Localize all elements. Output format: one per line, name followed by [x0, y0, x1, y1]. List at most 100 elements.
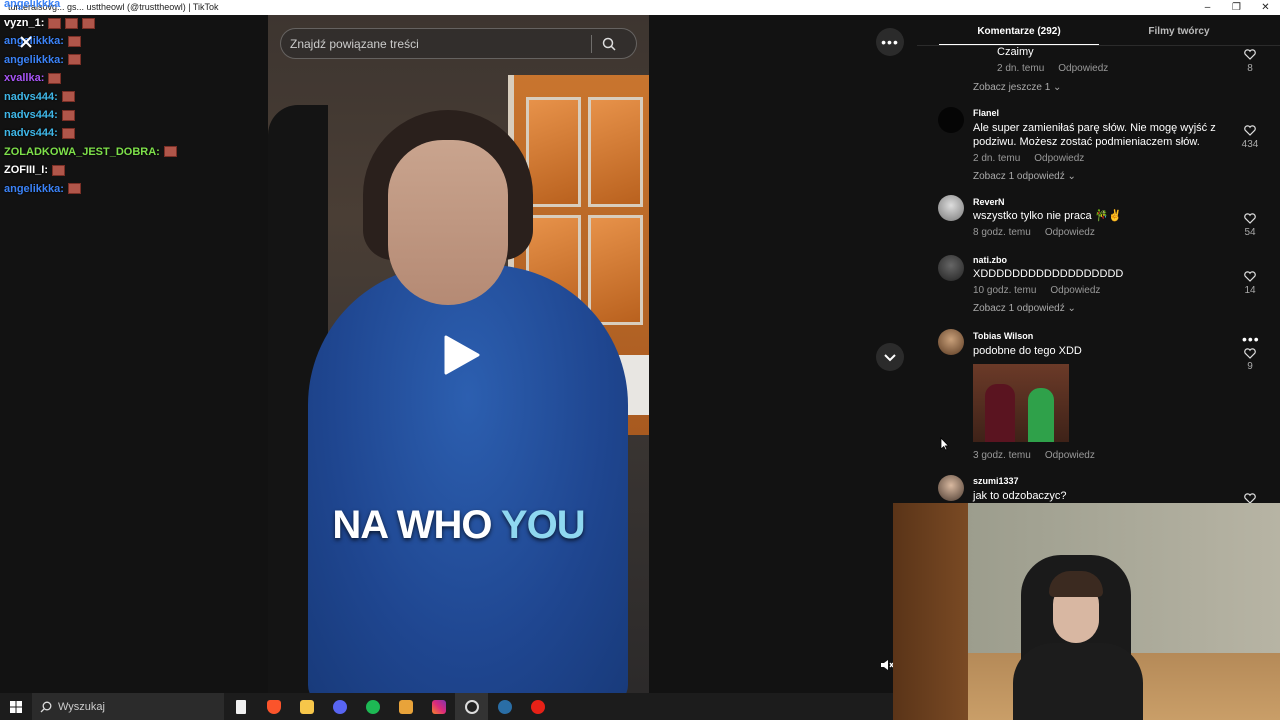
- more-options-button[interactable]: •••: [876, 28, 904, 56]
- caption-text: NA WHO: [332, 503, 501, 547]
- reply-link[interactable]: Odpowiedz: [1045, 450, 1095, 461]
- reply-link[interactable]: Odpowiedz: [1034, 153, 1084, 164]
- streamer-hair: [1049, 571, 1103, 597]
- emote-icon: [48, 17, 62, 29]
- chat-username: xvallka:: [4, 72, 45, 85]
- taskbar-instagram[interactable]: [422, 693, 455, 720]
- heart-icon: [1244, 348, 1256, 359]
- view-replies-label: Zobacz 1 odpowiedź: [973, 171, 1065, 182]
- taskbar-media[interactable]: [389, 693, 422, 720]
- comment-username[interactable]: Tobias Wilson: [973, 331, 1033, 341]
- blue-hoodie: [308, 265, 628, 693]
- chat-username: nadvs444:: [4, 127, 58, 140]
- heart-icon: [1244, 213, 1256, 224]
- taskbar-file[interactable]: [224, 693, 257, 720]
- emote-icon: [52, 164, 65, 176]
- chat-username: ZOFIII_I:: [4, 164, 48, 177]
- emote-icon: [61, 127, 75, 139]
- taskbar-steam[interactable]: [488, 693, 521, 720]
- comment-text: podobne do tego XDD: [973, 345, 1082, 357]
- reply-link[interactable]: Odpowiedz: [1045, 227, 1095, 238]
- avatar[interactable]: [938, 107, 964, 133]
- spotify-icon: [365, 699, 380, 714]
- view-replies[interactable]: Zobacz 1 odpowiedź ⌄: [973, 171, 1076, 182]
- comment-username[interactable]: ReverN: [973, 197, 1005, 207]
- chat-message: angelikkka:: [4, 54, 81, 66]
- taskbar-search-input[interactable]: [52, 700, 212, 713]
- obs-icon: [464, 699, 479, 714]
- avatar[interactable]: [938, 255, 964, 281]
- comment-time: 8 godz. temu: [973, 227, 1031, 238]
- play-button[interactable]: [438, 333, 482, 377]
- like-count: 54: [1244, 227, 1256, 238]
- instagram-icon: [431, 699, 446, 714]
- next-video-button[interactable]: [876, 343, 904, 371]
- avatar[interactable]: [938, 195, 964, 221]
- start-button[interactable]: [0, 693, 32, 720]
- comment-text: Czaimy: [997, 46, 1034, 58]
- taskbar-brave[interactable]: [257, 693, 290, 720]
- taskbar-obs[interactable]: [455, 693, 488, 720]
- video-caption: NA WHO YOU: [268, 503, 649, 548]
- video-player[interactable]: NA WHO YOU: [268, 15, 649, 693]
- chat-message: ZOFIII_I:: [4, 164, 65, 176]
- maximize-button[interactable]: ❐: [1222, 0, 1251, 15]
- chat-message: angelikkka:: [4, 35, 81, 47]
- panel-tabs: Komentarze (292) Filmy twórcy: [917, 15, 1280, 46]
- comment-time: 2 dn. temu: [973, 153, 1021, 164]
- chat-message: vyzn_1:: [4, 17, 96, 29]
- related-search-box[interactable]: [280, 28, 637, 59]
- search-button[interactable]: [592, 29, 626, 58]
- comment-username[interactable]: Flanel: [973, 108, 999, 118]
- comment-meta: 3 godz. temu Odpowiedz: [973, 450, 1109, 461]
- search-icon: [40, 701, 52, 712]
- steam-icon: [497, 699, 512, 714]
- view-more-replies[interactable]: Zobacz jeszcze 1 ⌄: [973, 82, 1061, 93]
- view-replies-label: Zobacz 1 odpowiedź: [973, 303, 1065, 314]
- chat-message: angelikkka:: [4, 183, 81, 195]
- emote-icon: [67, 183, 81, 195]
- reply-link[interactable]: Odpowiedz: [1050, 285, 1100, 296]
- comment-meta: 8 godz. temu Odpowiedz: [973, 227, 1109, 238]
- tab-comments[interactable]: Komentarze (292): [939, 15, 1099, 46]
- comment-text: XDDDDDDDDDDDDDDDDDD: [973, 268, 1124, 280]
- emote-icon: [67, 54, 81, 66]
- taskbar-search[interactable]: [32, 693, 224, 720]
- close-window-button[interactable]: ✕: [1251, 0, 1280, 15]
- comment-username[interactable]: szumi1337: [973, 476, 1019, 486]
- comment-username[interactable]: nati.zbo: [973, 255, 1007, 265]
- heart-icon: [1244, 125, 1256, 136]
- emote-icon: [61, 91, 75, 103]
- avatar[interactable]: [938, 475, 964, 501]
- close-overlay-button[interactable]: [18, 34, 34, 50]
- close-icon: [20, 36, 32, 48]
- comment-image[interactable]: [973, 364, 1069, 442]
- view-replies[interactable]: Zobacz 1 odpowiedź ⌄: [973, 303, 1076, 314]
- taskbar-spotify[interactable]: [356, 693, 389, 720]
- taskbar-discord[interactable]: [323, 693, 356, 720]
- like-count: 9: [1247, 361, 1253, 372]
- taskbar-youtube[interactable]: [521, 693, 554, 720]
- chat-username: nadvs444:: [4, 90, 58, 103]
- face: [388, 140, 508, 305]
- webcam-feed: [893, 503, 1280, 720]
- door-pane: [588, 97, 643, 207]
- taskbar-explorer[interactable]: [290, 693, 323, 720]
- comment-time: 3 godz. temu: [973, 450, 1031, 461]
- chat-top-name: angelikkka: [4, 0, 61, 10]
- minimize-button[interactable]: –: [1193, 0, 1222, 15]
- comment-text: jak to odzobaczyc?: [973, 490, 1067, 502]
- tab-creator-videos[interactable]: Filmy twórcy: [1099, 15, 1259, 46]
- door-pane: [588, 215, 643, 325]
- like-count: 14: [1244, 285, 1256, 296]
- emote-icon: [48, 72, 62, 84]
- more-horizontal-icon: •••: [881, 34, 899, 50]
- reply-link[interactable]: Odpowiedz: [1058, 63, 1108, 74]
- comments-panel: Komentarze (292) Filmy twórcy Czaimy 2 d…: [917, 15, 1280, 505]
- related-search-input[interactable]: [281, 36, 591, 51]
- window-controls: – ❐ ✕: [1193, 0, 1280, 15]
- file-icon: [235, 699, 246, 714]
- comment-options-button[interactable]: •••: [1242, 331, 1260, 347]
- volume-button[interactable]: [880, 658, 894, 672]
- avatar[interactable]: [938, 329, 964, 355]
